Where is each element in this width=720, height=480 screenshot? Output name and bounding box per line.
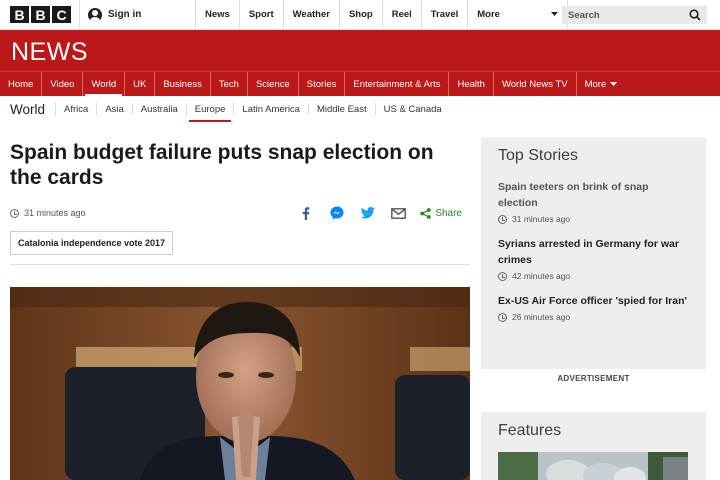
sub-nav-middle-east[interactable]: Middle East bbox=[309, 103, 376, 115]
search-input[interactable]: Search bbox=[562, 6, 707, 24]
main-nav-video[interactable]: Video bbox=[42, 71, 84, 97]
advertisement-label: ADVERTISEMENT bbox=[557, 374, 630, 383]
main-nav-business[interactable]: Business bbox=[155, 71, 211, 97]
top-nav-reel[interactable]: Reel bbox=[383, 0, 422, 29]
top-stories-panel: Top Stories Spain teeters on brink of sn… bbox=[481, 137, 706, 369]
story-title[interactable]: Ex-US Air Force officer 'spied for Iran' bbox=[498, 293, 689, 309]
story-time-text: 26 minutes ago bbox=[512, 312, 571, 322]
news-masthead: NEWS Home Video World UK Business Tech S… bbox=[0, 30, 720, 97]
top-nav-weather[interactable]: Weather bbox=[284, 0, 340, 29]
section-title[interactable]: World bbox=[0, 102, 57, 117]
sub-nav-africa[interactable]: Africa bbox=[56, 103, 98, 115]
story-time-text: 42 minutes ago bbox=[512, 271, 571, 281]
news-logo[interactable]: NEWS bbox=[11, 38, 88, 67]
bbc-logo[interactable]: B B C bbox=[0, 0, 80, 29]
article-headline: Spain budget failure puts snap election … bbox=[10, 141, 434, 189]
clock-icon bbox=[498, 312, 507, 322]
main-nav-tech[interactable]: Tech bbox=[211, 71, 248, 97]
story-item[interactable]: Ex-US Air Force officer 'spied for Iran'… bbox=[498, 293, 689, 322]
top-nav-sport[interactable]: Sport bbox=[240, 0, 284, 29]
clock-icon bbox=[10, 208, 19, 218]
story-time: 26 minutes ago bbox=[498, 312, 689, 322]
bbc-logo-letter: C bbox=[52, 6, 71, 23]
story-time-text: 31 minutes ago bbox=[512, 214, 571, 224]
messenger-icon[interactable] bbox=[327, 206, 346, 220]
bbc-logo-letter: B bbox=[10, 6, 29, 23]
features-panel: Features bbox=[481, 412, 706, 480]
main-nav-science[interactable]: Science bbox=[248, 71, 299, 97]
search-icon[interactable] bbox=[689, 9, 701, 21]
main-nav-world-news-tv[interactable]: World News TV bbox=[494, 71, 577, 97]
article-timestamp: 31 minutes ago bbox=[10, 208, 86, 218]
email-icon[interactable] bbox=[389, 206, 408, 220]
feature-thumbnail[interactable] bbox=[498, 452, 688, 480]
twitter-icon[interactable] bbox=[358, 206, 377, 220]
main-nav-entertainment-arts[interactable]: Entertainment & Arts bbox=[345, 71, 450, 97]
main-nav-health[interactable]: Health bbox=[449, 71, 494, 97]
story-title[interactable]: Spain teeters on brink of snap election bbox=[498, 179, 689, 211]
main-nav-more[interactable]: More bbox=[577, 72, 626, 97]
sub-nav-europe[interactable]: Europe bbox=[187, 103, 235, 122]
main-nav: Home Video World UK Business Tech Scienc… bbox=[0, 71, 720, 97]
sub-nav-asia[interactable]: Asia bbox=[97, 103, 133, 115]
main-nav-home[interactable]: Home bbox=[0, 71, 43, 97]
share-tools: Share bbox=[296, 206, 462, 220]
main-nav-more-label: More bbox=[584, 78, 607, 90]
topic-tag[interactable]: Catalonia independence vote 2017 bbox=[10, 231, 174, 255]
share-icon bbox=[420, 207, 432, 219]
sub-nav-australia[interactable]: Australia bbox=[133, 103, 187, 115]
sign-in-button[interactable]: Sign in bbox=[80, 0, 196, 29]
story-title[interactable]: Syrians arrested in Germany for war crim… bbox=[498, 236, 689, 268]
top-stories-title: Top Stories bbox=[498, 147, 579, 164]
search-placeholder: Search bbox=[568, 9, 600, 21]
story-time: 31 minutes ago bbox=[498, 214, 689, 224]
share-label: Share bbox=[435, 207, 462, 219]
main-nav-world[interactable]: World bbox=[83, 71, 126, 97]
story-item[interactable]: Spain teeters on brink of snap election … bbox=[498, 179, 689, 224]
clock-icon bbox=[498, 271, 507, 281]
article-meta: 31 minutes ago Share bbox=[10, 205, 462, 221]
article-timestamp-text: 31 minutes ago bbox=[24, 208, 86, 218]
facebook-icon[interactable] bbox=[296, 206, 315, 220]
top-nav-more-label: More bbox=[477, 9, 500, 20]
chevron-down-icon bbox=[551, 12, 559, 16]
sub-nav-latin-america[interactable]: Latin America bbox=[234, 103, 309, 115]
story-item[interactable]: Syrians arrested in Germany for war crim… bbox=[498, 236, 689, 281]
article-hero-image bbox=[10, 287, 470, 480]
sign-in-label: Sign in bbox=[108, 9, 142, 20]
features-title: Features bbox=[498, 422, 562, 439]
story-time: 42 minutes ago bbox=[498, 271, 689, 281]
main-nav-uk[interactable]: UK bbox=[125, 71, 156, 97]
top-nav-travel[interactable]: Travel bbox=[422, 0, 469, 29]
chevron-down-icon bbox=[610, 81, 618, 86]
top-nav-more[interactable]: More bbox=[468, 0, 569, 29]
top-bar: B B C Sign in News Sport Weather Shop Re… bbox=[0, 0, 720, 30]
bbc-logo-letter: B bbox=[31, 6, 50, 23]
user-icon bbox=[88, 7, 102, 22]
top-nav: News Sport Weather Shop Reel Travel More bbox=[196, 0, 569, 29]
main-nav-stories[interactable]: Stories bbox=[299, 71, 346, 97]
sub-nav: World Africa Asia Australia Europe Latin… bbox=[0, 96, 720, 122]
top-nav-news[interactable]: News bbox=[196, 0, 240, 29]
divider bbox=[10, 264, 470, 265]
share-button[interactable]: Share bbox=[420, 208, 462, 219]
clock-icon bbox=[498, 214, 507, 224]
top-nav-shop[interactable]: Shop bbox=[340, 0, 383, 29]
sub-nav-us-canada[interactable]: US & Canada bbox=[376, 103, 450, 115]
